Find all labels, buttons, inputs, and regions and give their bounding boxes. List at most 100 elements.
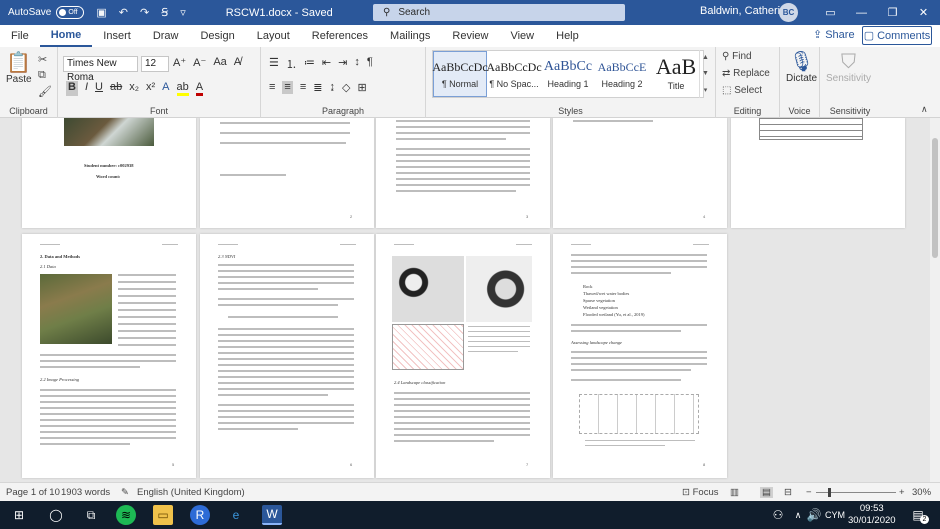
close-icon[interactable]: ✕ [908, 0, 939, 25]
zoom-level[interactable]: 30% [912, 487, 931, 498]
tab-view[interactable]: View [499, 25, 545, 47]
styles-gallery-scroll[interactable]: ▲ ▼ ▾ [699, 50, 711, 98]
read-mode-icon[interactable]: ▥ [730, 487, 739, 498]
replace-button[interactable]: ⇄ Replace [722, 68, 770, 79]
search-box[interactable]: ⚲ Search [373, 4, 625, 21]
minimize-icon[interactable]: — [846, 0, 877, 25]
align-center-icon[interactable]: ≡ [282, 81, 293, 94]
avatar[interactable]: BC [779, 3, 798, 22]
tab-help[interactable]: Help [545, 25, 590, 47]
collapse-ribbon-icon[interactable]: ∧ [921, 104, 928, 115]
autosave[interactable]: AutoSave Off [8, 6, 85, 19]
search-icon[interactable]: ◯ [46, 505, 66, 525]
ribbon-display-options-icon[interactable]: ▭ [815, 0, 846, 25]
page-table[interactable] [731, 118, 905, 228]
italic-icon[interactable]: I [85, 81, 88, 96]
style-normal[interactable]: AaBbCcDc ¶ Normal [432, 51, 488, 97]
file-explorer-icon[interactable]: ▭ [153, 505, 173, 525]
multilevel-list-icon[interactable]: ≔ [304, 56, 315, 72]
cut-icon[interactable]: ✂ [38, 53, 47, 66]
task-view-icon[interactable]: ⧉ [81, 505, 101, 525]
spelling-icon[interactable]: Ꞩ [161, 6, 168, 19]
r-app-icon[interactable]: R [190, 505, 210, 525]
tab-insert[interactable]: Insert [92, 25, 142, 47]
subscript-icon[interactable]: x₂ [129, 81, 139, 96]
people-icon[interactable]: ⚇ [768, 505, 788, 525]
tab-home[interactable]: Home [39, 25, 93, 47]
underline-icon[interactable]: U [95, 81, 103, 96]
save-icon[interactable]: ▣ [96, 6, 106, 19]
restore-icon[interactable]: ❐ [877, 0, 908, 25]
paste-button[interactable]: 📋 Paste [6, 52, 32, 85]
edge-icon[interactable]: e [226, 505, 246, 525]
chevron-down-icon[interactable]: ▼ [702, 70, 709, 77]
volume-icon[interactable]: 🔊 [804, 505, 824, 525]
font-color-icon[interactable]: A [195, 81, 204, 96]
tab-layout[interactable]: Layout [246, 25, 301, 47]
zoom-out-icon[interactable]: − [806, 487, 812, 498]
borders-icon[interactable]: ⊞ [357, 81, 366, 94]
find-button[interactable]: ⚲ Find [722, 51, 752, 62]
language[interactable]: English (United Kingdom) [137, 487, 245, 498]
focus-button[interactable]: ⊡ Focus [682, 487, 718, 498]
word-count[interactable]: 1903 words [61, 487, 110, 498]
page-6[interactable]: 2.3 NDVI 6 [200, 234, 374, 478]
redo-icon[interactable]: ↷ [140, 6, 149, 19]
style-heading-2[interactable]: AaBbCcE Heading 2 [595, 51, 649, 97]
font-name-field[interactable]: Times New Roma [63, 56, 138, 83]
chevron-up-icon[interactable]: ▲ [702, 54, 709, 61]
tab-references[interactable]: References [301, 25, 379, 47]
grow-font-icon[interactable]: A⁺ [173, 56, 186, 69]
shading-icon[interactable]: ◇ [342, 81, 350, 94]
decrease-indent-icon[interactable]: ⇤ [322, 56, 331, 72]
clear-formatting-icon[interactable]: A̸ [234, 56, 241, 69]
shrink-font-icon[interactable]: A⁻ [193, 56, 206, 69]
tab-design[interactable]: Design [189, 25, 245, 47]
bullets-icon[interactable]: ☰ [269, 56, 279, 72]
copy-icon[interactable]: ⧉ [38, 69, 46, 82]
tab-draw[interactable]: Draw [142, 25, 190, 47]
word-icon[interactable]: W [262, 505, 282, 525]
customize-toolbar-icon[interactable]: ▿ [180, 6, 186, 19]
proofing-icon[interactable]: ✎ [121, 487, 129, 498]
web-layout-icon[interactable]: ⊟ [784, 487, 792, 498]
increase-indent-icon[interactable]: ⇥ [338, 56, 347, 72]
page-2[interactable]: 2 [200, 118, 374, 228]
page-5[interactable]: 2. Data and Methods 2.1 Data 2.2 Image P… [22, 234, 196, 478]
tab-mailings[interactable]: Mailings [379, 25, 441, 47]
page-4[interactable]: 4 [553, 118, 727, 228]
bold-icon[interactable]: B [66, 81, 78, 96]
page-1[interactable]: Student number: c002938 Word count: [22, 118, 196, 228]
print-layout-icon[interactable]: ▤ [760, 487, 773, 498]
spotify-icon[interactable]: ≋ [116, 505, 136, 525]
share-button[interactable]: ⇪ Share [813, 28, 855, 42]
page-7[interactable]: 2.4 Landscape classification 7 [376, 234, 550, 478]
text-effects-icon[interactable]: A [162, 81, 169, 96]
style-no-spacing[interactable]: AaBbCcDc ¶ No Spac... [486, 51, 541, 97]
tab-file[interactable]: File [0, 25, 40, 47]
sensitivity-button[interactable]: ⛉ Sensitivity [826, 51, 871, 84]
strikethrough-icon[interactable]: ab [110, 81, 122, 96]
page-3[interactable]: 3 [376, 118, 550, 228]
more-styles-icon[interactable]: ▾ [704, 86, 708, 94]
comments-button[interactable]: ▢ Comments [862, 26, 932, 45]
change-case-icon[interactable]: Aa [213, 56, 226, 69]
superscript-icon[interactable]: x² [146, 81, 155, 96]
autosave-toggle[interactable]: Off [56, 6, 85, 19]
windows-start-icon[interactable]: ⊞ [9, 505, 29, 525]
zoom-in-icon[interactable]: + [899, 487, 905, 498]
style-heading-1[interactable]: AaBbCc Heading 1 [541, 51, 595, 97]
show-marks-icon[interactable]: ¶ [367, 56, 373, 72]
input-language[interactable]: CYM [822, 505, 848, 525]
format-painter-icon[interactable]: 🖌 [38, 85, 52, 98]
style-title[interactable]: AaB Title [649, 51, 703, 97]
page-count[interactable]: Page 1 of 10 [6, 487, 60, 498]
tab-review[interactable]: Review [441, 25, 499, 47]
align-right-icon[interactable]: ≡ [300, 81, 306, 94]
sort-icon[interactable]: ↕ [354, 56, 360, 72]
line-spacing-icon[interactable]: ↨ [329, 81, 335, 94]
font-size-field[interactable]: 12 [141, 56, 169, 72]
undo-icon[interactable]: ↶ [119, 6, 128, 19]
justify-icon[interactable]: ≣ [313, 81, 322, 94]
scrollbar-thumb[interactable] [932, 138, 938, 258]
